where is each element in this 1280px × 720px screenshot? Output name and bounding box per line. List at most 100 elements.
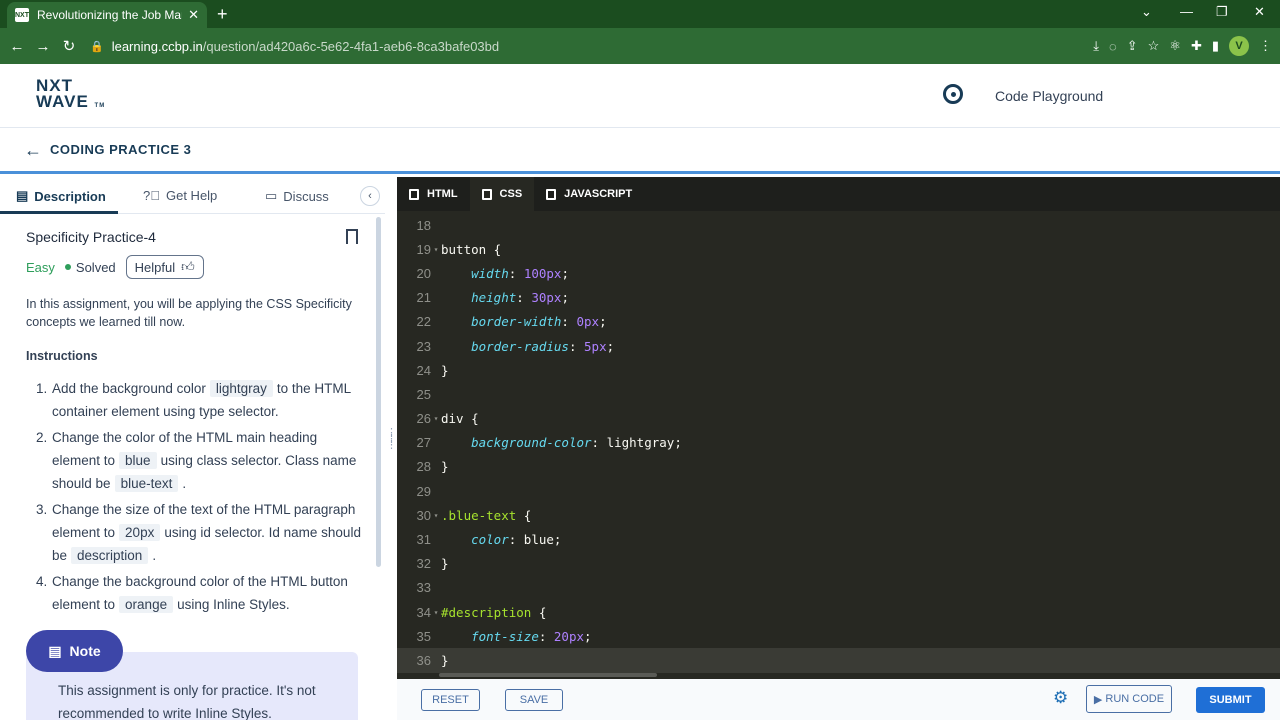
address-bar-row: ← → ↻ 🔒 learning.ccbp.in/question/ad420a…: [0, 28, 1280, 64]
line-number: 26: [416, 411, 431, 427]
code-line[interactable]: 25: [397, 382, 1280, 406]
extensions-area: ⤓ ◌ ⇪ ☆ ⚛ ✚ ▮ V ⋮: [1093, 36, 1272, 56]
tab-html[interactable]: HTML: [397, 177, 470, 211]
code-line[interactable]: 24}: [397, 358, 1280, 382]
code-text: border-width: 0px;: [471, 314, 607, 330]
help-icon: ?⃝: [143, 188, 160, 203]
practice-header: ← CODING PRACTICE 3: [0, 128, 1280, 174]
code-line[interactable]: 28}: [397, 455, 1280, 479]
react-extension-icon[interactable]: ⚛: [1169, 38, 1181, 54]
settings-gear-icon[interactable]: ⚙: [1053, 689, 1070, 706]
lock-icon[interactable]: 🔒: [90, 40, 104, 53]
tab-search-icon[interactable]: ⌄: [1141, 4, 1152, 20]
puzzle-icon[interactable]: ✚: [1191, 38, 1202, 54]
question-meta: Easy Solved Helpful 👍︎: [26, 255, 204, 279]
code-area[interactable]: 18 19 ▾ button {20 width: 100px; 21 height: …: [397, 213, 1280, 673]
code-line[interactable]: 35 font-size: 20px;: [397, 624, 1280, 648]
document-icon: ▤: [16, 188, 29, 203]
code-line[interactable]: 26 ▾ div {: [397, 407, 1280, 431]
code-text: }: [441, 362, 449, 378]
line-number: 21: [416, 290, 431, 306]
nxtwave-logo[interactable]: NXT WAVE TM: [36, 77, 105, 114]
reset-button[interactable]: RESET: [421, 689, 480, 711]
code-text: }: [441, 652, 449, 668]
question-title: Specificity Practice-4: [26, 229, 156, 245]
code-text: button {: [441, 241, 502, 257]
sidebar-icon[interactable]: ▮: [1212, 38, 1219, 54]
thumbs-up-icon: 👍︎: [181, 259, 195, 274]
code-text: background-color: lightgray;: [471, 435, 682, 451]
tab-javascript[interactable]: JAVASCRIPT: [534, 177, 644, 211]
line-number: 22: [416, 314, 431, 330]
back-arrow-icon[interactable]: ←: [24, 140, 42, 161]
code-line[interactable]: 29: [397, 479, 1280, 503]
hide-icon[interactable]: ◌: [1109, 39, 1117, 54]
code-line[interactable]: 33: [397, 576, 1280, 600]
fold-icon[interactable]: ▾: [431, 511, 441, 520]
timer-icon[interactable]: [943, 84, 963, 104]
fold-icon[interactable]: ▾: [431, 608, 441, 617]
code-line[interactable]: 18: [397, 213, 1280, 237]
code-line[interactable]: 32}: [397, 552, 1280, 576]
js-icon: [546, 188, 557, 200]
page-title: CODING PRACTICE 3: [50, 142, 192, 157]
star-icon[interactable]: ☆: [1148, 38, 1160, 54]
resize-handle[interactable]: ⋮ ⋮ ⋮: [386, 428, 397, 451]
panel-scrollbar[interactable]: [376, 217, 381, 567]
code-line[interactable]: 36}: [397, 648, 1280, 673]
tab-css[interactable]: CSS: [469, 177, 535, 211]
description-panel: ▤ Description ?⃝ Get Help ▭ Discuss ‹ Sp…: [0, 177, 385, 720]
install-icon[interactable]: ⤓: [1093, 38, 1099, 54]
forward-icon[interactable]: →: [30, 38, 56, 55]
tab-description[interactable]: ▤ Description: [16, 188, 106, 204]
code-line[interactable]: 27 background-color: lightgray;: [397, 431, 1280, 455]
code-line[interactable]: 22 border-width: 0px;: [397, 310, 1280, 334]
url-field[interactable]: 🔒 learning.ccbp.in/question/ad420a6c-5e6…: [90, 32, 1020, 60]
code-line[interactable]: 23 border-radius: 5px;: [397, 334, 1280, 358]
code-text: border-radius: 5px;: [471, 338, 615, 354]
close-tab-icon[interactable]: ✕: [188, 7, 199, 23]
fold-icon[interactable]: ▾: [431, 245, 441, 254]
submit-button[interactable]: SUBMIT: [1196, 687, 1265, 713]
browser-tab[interactable]: NXT Revolutionizing the Job Market | ✕: [7, 2, 207, 28]
code-editor[interactable]: HTML CSS JAVASCRIPT 18 19 ▾ button {20 widt…: [397, 177, 1280, 679]
horizontal-scrollbar[interactable]: [439, 673, 657, 677]
helpful-button[interactable]: Helpful 👍︎: [125, 255, 204, 279]
maximize-icon[interactable]: ❐: [1216, 4, 1228, 20]
code-playground-link[interactable]: Code Playground: [995, 88, 1103, 104]
status-badge: Solved: [64, 260, 116, 275]
tab-get-help[interactable]: ?⃝ Get Help: [143, 188, 217, 203]
new-tab-icon[interactable]: +: [217, 4, 228, 25]
code-line[interactable]: 31 color: blue;: [397, 527, 1280, 551]
share-icon[interactable]: ⇪: [1127, 38, 1138, 54]
avatar[interactable]: V: [1229, 36, 1249, 56]
tab-discuss[interactable]: ▭ Discuss: [265, 188, 329, 204]
url-host: learning.ccbp.in: [111, 38, 203, 54]
menu-icon[interactable]: ⋮: [1259, 38, 1272, 54]
code-line[interactable]: 19 ▾ button {: [397, 237, 1280, 261]
html5-icon: [409, 188, 419, 200]
code-line[interactable]: 34 ▾ #description {: [397, 600, 1280, 624]
back-icon[interactable]: ←: [4, 38, 30, 55]
run-code-button[interactable]: ▶ RUN CODE: [1086, 685, 1172, 713]
collapse-panel-button[interactable]: ‹: [360, 186, 380, 206]
code-text: width: 100px;: [471, 265, 569, 281]
code-line[interactable]: 20 width: 100px;: [397, 261, 1280, 285]
line-number: 28: [416, 459, 431, 475]
fold-icon[interactable]: ▾: [431, 414, 441, 423]
save-button[interactable]: SAVE: [505, 689, 563, 711]
list-item: 1. Add the background color lightgray to th…: [36, 380, 351, 419]
app-header: NXT WAVE TM Code Playground: [0, 64, 1280, 128]
css3-icon: [481, 188, 492, 200]
code-line[interactable]: 30 ▾ .blue-text {: [397, 503, 1280, 527]
line-number: 34: [416, 604, 431, 620]
difficulty-badge: Easy: [26, 259, 55, 275]
line-number: 32: [416, 556, 431, 572]
reload-icon[interactable]: ↻: [56, 37, 82, 55]
bookmark-icon[interactable]: [346, 229, 358, 244]
code-line[interactable]: 21 height: 30px;: [397, 286, 1280, 310]
minimize-icon[interactable]: —: [1180, 4, 1193, 19]
line-number: 33: [416, 580, 431, 596]
close-window-icon[interactable]: ✕: [1254, 4, 1265, 20]
list-item: 2. Change the color of the HTML main head…: [36, 430, 357, 492]
